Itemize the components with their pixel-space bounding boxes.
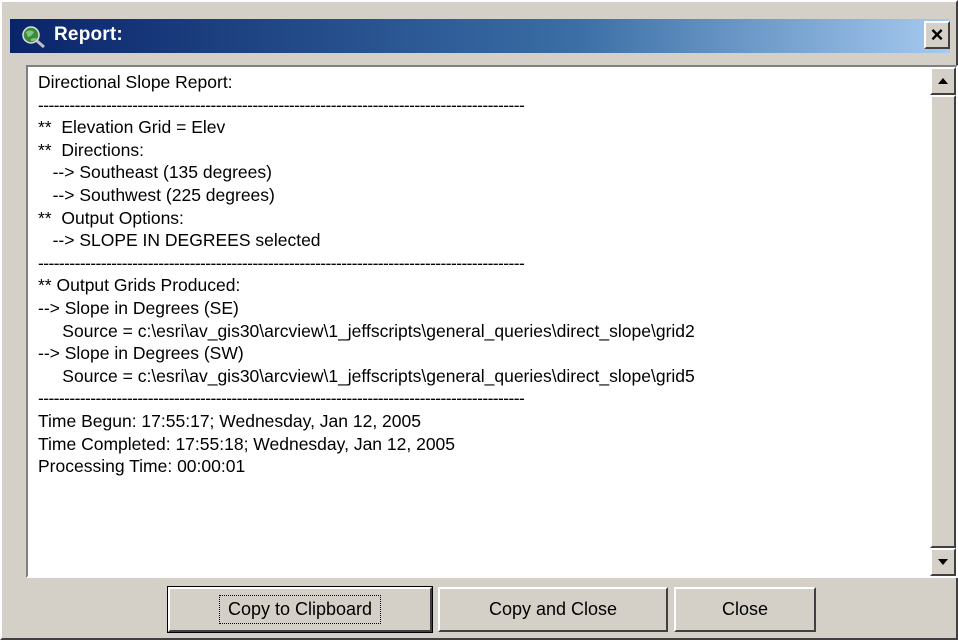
report-line: Source = c:\esri\av_gis30\arcview\1_jeff… [38,320,695,341]
scroll-up-button[interactable] [930,67,956,95]
copy-and-close-button[interactable]: Copy and Close [438,587,668,632]
report-line: Time Completed: 17:55:18; Wednesday, Jan… [38,433,456,454]
separator-line: ----------------------------------------… [38,252,525,273]
arrow-up-icon [938,78,948,84]
arrow-down-icon [938,559,948,565]
scroll-thumb[interactable] [930,95,956,548]
scroll-down-button[interactable] [930,548,956,576]
copy-to-clipboard-label: Copy to Clipboard [218,595,382,624]
window-title: Report: [54,24,123,45]
report-dialog: Report: × Directional Slope Report: ----… [0,0,958,640]
report-line: ** Output Options: [38,207,184,228]
globe-magnifier-icon [20,24,46,49]
report-line: --> Southwest (225 degrees) [38,184,275,205]
close-window-button[interactable]: × [924,21,950,49]
report-line: Source = c:\esri\av_gis30\arcview\1_jeff… [38,365,695,386]
report-line: ** Elevation Grid = Elev [38,117,226,138]
copy-and-close-label: Copy and Close [488,599,618,619]
report-line: Directional Slope Report: [38,72,233,92]
title-bar[interactable]: Report: × [10,19,950,53]
copy-to-clipboard-button[interactable]: Copy to Clipboard [167,586,433,633]
report-text: Directional Slope Report: --------------… [38,71,926,478]
report-line: --> Southeast (135 degrees) [38,162,272,183]
report-line: Processing Time: 00:00:01 [38,456,246,477]
report-line: --> Slope in Degrees (SE) [38,297,239,318]
vertical-scrollbar[interactable] [930,67,956,576]
close-icon: × [930,22,944,47]
report-line: --> SLOPE IN DEGREES selected [38,230,321,251]
close-label: Close [721,599,769,619]
report-line: ** Directions: [38,139,145,160]
report-line: Time Begun: 17:55:17; Wednesday, Jan 12,… [38,410,421,431]
report-line: ** Output Grids Produced: [38,275,241,296]
separator-line: ----------------------------------------… [38,388,525,409]
report-text-area[interactable]: Directional Slope Report: --------------… [26,65,958,578]
close-button[interactable]: Close [674,587,816,632]
report-line: --> Slope in Degrees (SW) [38,343,244,364]
separator-line: ----------------------------------------… [38,94,525,115]
